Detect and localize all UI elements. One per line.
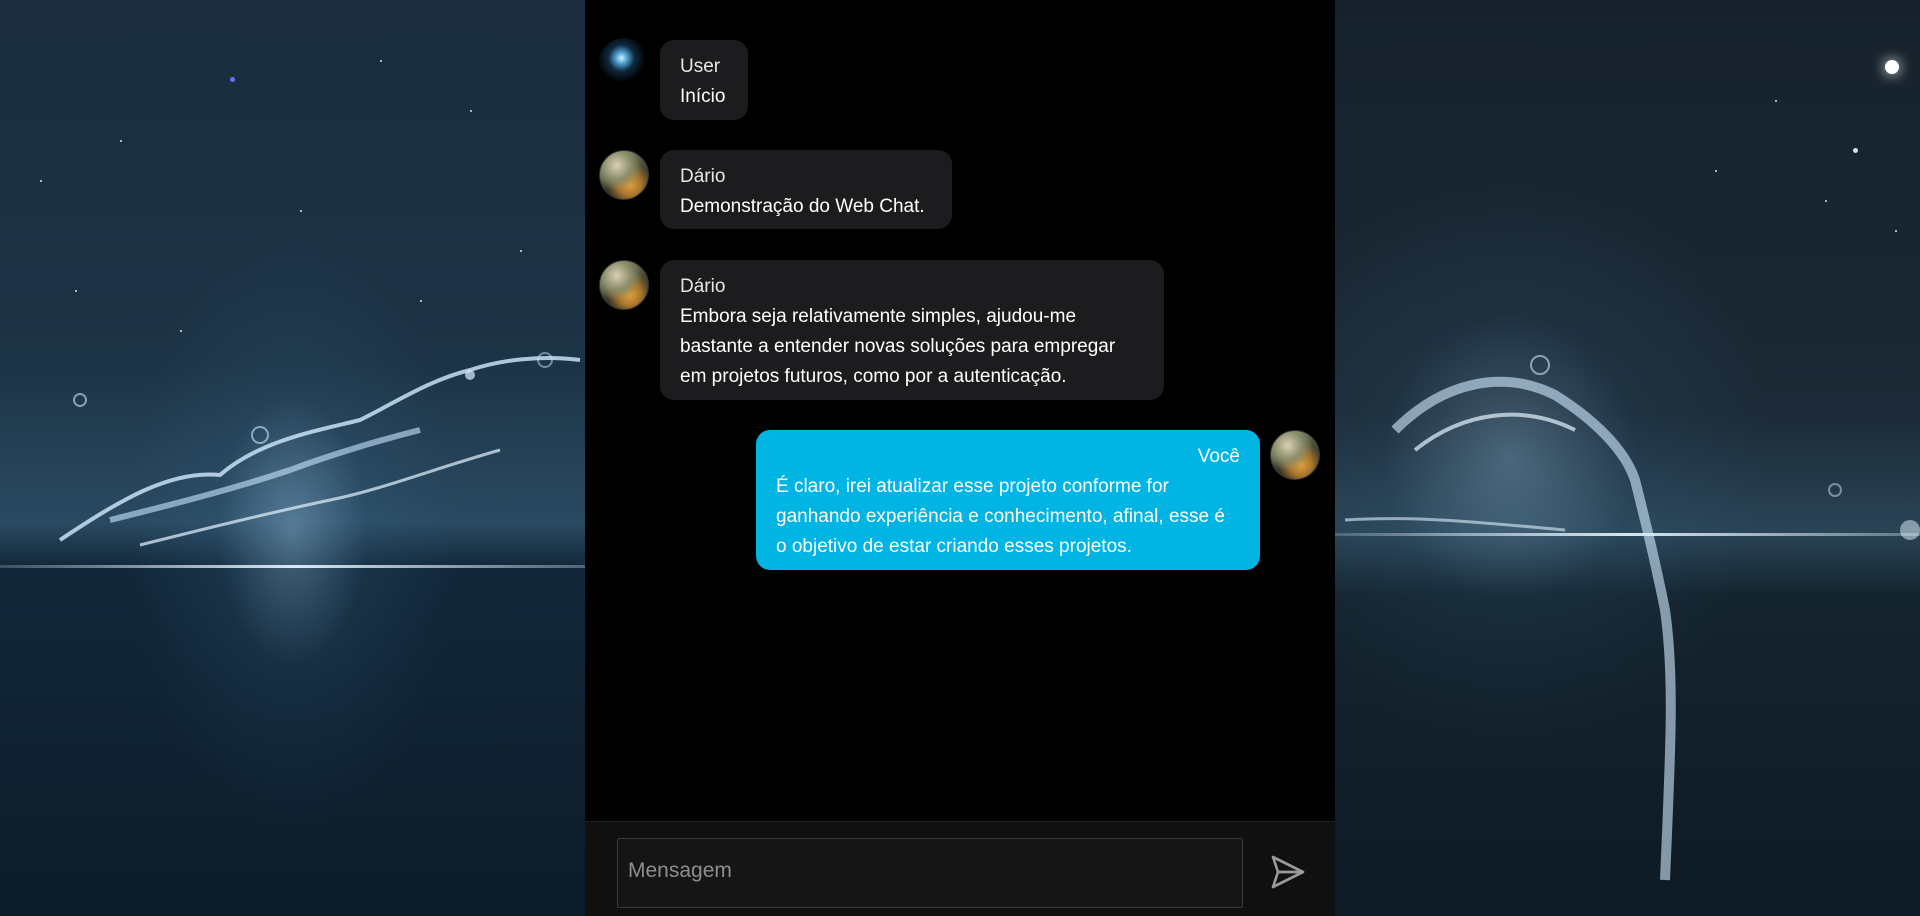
chat-panel: User Início Dário Demonstração do Web Ch…: [585, 0, 1335, 916]
dario-avatar: [599, 260, 649, 310]
message-bubble: Dário Embora seja relativamente simples,…: [660, 260, 1164, 400]
message-bubble-own: Você É claro, irei atualizar esse projet…: [756, 430, 1260, 570]
message-text: É claro, irei atualizar esse projeto con…: [776, 476, 1225, 557]
own-avatar: [1270, 430, 1320, 480]
message-sender: Dário: [680, 166, 726, 187]
send-icon: [1271, 855, 1305, 888]
message-text: Embora seja relativamente simples, ajudo…: [680, 306, 1116, 387]
message-input[interactable]: [617, 838, 1243, 908]
dario-avatar: [599, 150, 649, 200]
background-right: [1335, 0, 1920, 916]
message-composer: [585, 821, 1335, 916]
send-button[interactable]: [1263, 848, 1313, 898]
message-sender: Você: [1197, 446, 1240, 467]
message-sender: Dário: [680, 276, 726, 297]
water-splash: [1344, 355, 1920, 881]
message-text: Início: [680, 86, 726, 107]
message-sender: User: [680, 56, 721, 77]
user-avatar: [599, 38, 649, 88]
message-bubble: User Início: [660, 40, 748, 120]
water-splash: [58, 352, 581, 547]
message-text: Demonstração do Web Chat.: [680, 196, 925, 217]
message-list[interactable]: User Início Dário Demonstração do Web Ch…: [585, 0, 1335, 821]
message-bubble: Dário Demonstração do Web Chat.: [660, 150, 952, 229]
background-left: [0, 0, 585, 916]
